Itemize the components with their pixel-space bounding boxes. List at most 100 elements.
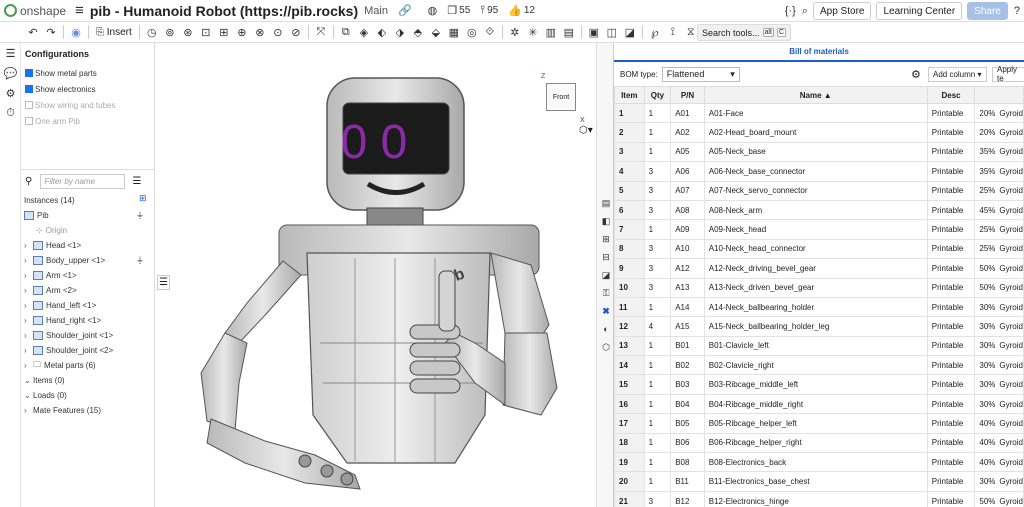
chevron-right-icon[interactable]: › — [24, 301, 33, 310]
table-row[interactable]: 13 1 B01 B01-Clavicle_left Printable 30% Gyroi… — [614, 335, 1024, 357]
tree-root[interactable]: Pib ⏚ — [24, 208, 154, 223]
redo-icon[interactable]: ↷ — [42, 24, 60, 40]
simulation-icon[interactable]: ◫ — [603, 24, 621, 40]
chevron-right-icon[interactable]: › — [24, 361, 33, 370]
chevron-right-icon[interactable]: › — [24, 241, 33, 250]
motion-study-icon[interactable]: ◪ — [621, 24, 639, 40]
table-row[interactable]: 15 1 B03 B03-Ribcage_middle_left Printable 30… — [614, 374, 1024, 395]
config-show-wiring[interactable]: Show wiring and tubes — [25, 97, 154, 113]
configurations-icon[interactable]: ⚙ — [0, 83, 21, 103]
3d-viewport[interactable]: 0 0 pib — [155, 43, 596, 507]
fastened-mate-icon[interactable]: ⊚ — [161, 24, 179, 40]
tree-item[interactable]: › Shoulder_joint <1> — [24, 328, 154, 343]
tree-group[interactable]: ⌄ Items (0) — [24, 373, 154, 388]
onshape-logo[interactable]: onshape — [4, 4, 66, 18]
table-row[interactable]: 21 3 B12 B12-Electronics_hinge Printable 50% G… — [614, 490, 1024, 507]
chevron-right-icon[interactable]: › — [24, 286, 33, 295]
add-column-button[interactable]: Add column ▾ — [928, 66, 987, 82]
chevron-down-icon[interactable]: ⌄ — [24, 391, 33, 400]
tree-group[interactable]: ⌄ Loads (0) — [24, 388, 154, 403]
feature-list-icon[interactable]: ☰ — [0, 43, 21, 63]
properties-icon[interactable]: ⊞ — [598, 231, 614, 247]
code-icon[interactable]: {·} — [785, 5, 796, 17]
table-row[interactable]: 1 1 A01 A01-Face Printable 20% Gyroid — [614, 102, 1024, 124]
config-show-metal-parts[interactable]: Show metal parts — [25, 65, 154, 81]
ball-mate-icon[interactable]: ⊙ — [269, 24, 287, 40]
apply-template-button[interactable]: Apply te — [992, 65, 1024, 83]
tree-item[interactable]: › Arm <2> — [24, 283, 154, 298]
table-row[interactable]: 3 1 A05 A05-Neck_base Printable 35% Gyroid — [614, 141, 1024, 163]
table-row[interactable]: 20 1 B11 B11-Electronics_base_chest Printabl… — [614, 471, 1024, 492]
explode-icon[interactable]: ✲ — [506, 24, 524, 40]
app-store-button[interactable]: App Store — [812, 2, 872, 20]
table-row[interactable]: 10 3 A13 A13-Neck_driven_bevel_gear Printabl… — [614, 277, 1024, 298]
col-desc[interactable]: Desc — [926, 86, 976, 104]
bom-tab-title[interactable]: Bill of materials — [614, 43, 1024, 62]
measure-icon[interactable]: ▥ — [542, 24, 560, 40]
chevron-right-icon[interactable]: › — [24, 331, 33, 340]
col-pn[interactable]: P/N — [670, 86, 705, 104]
table-row[interactable]: 14 1 B02 B02-Clavicle_right Printable 30% Gyro… — [614, 355, 1024, 376]
search-tools-input[interactable]: Search tools... alt C — [697, 24, 791, 41]
timer-icon[interactable]: ⏱ — [0, 103, 21, 123]
group-icon[interactable]: ⧉ — [337, 24, 355, 40]
chevron-right-icon[interactable]: › — [24, 316, 33, 325]
likes-count[interactable]: 👍 12 — [508, 4, 535, 17]
menu-icon[interactable]: ≡ — [75, 2, 84, 19]
search-icon[interactable]: ⌕ — [802, 5, 808, 18]
table-row[interactable]: 12 4 A15 A15-Neck_ballbearing_holder_leg Pri… — [614, 316, 1024, 337]
circular-pattern-icon[interactable]: ◎ — [463, 24, 481, 40]
relation-icon[interactable]: ⬖ — [373, 24, 391, 40]
chevron-down-icon[interactable]: ⌄ — [24, 376, 33, 385]
link-icon[interactable]: 🔗 — [398, 4, 412, 17]
filter-input[interactable]: Filter by name — [40, 174, 126, 189]
tree-folder[interactable]: › 🗀 Metal parts (6) — [24, 358, 154, 373]
named-views-icon[interactable]: ◪ — [598, 267, 614, 283]
table-row[interactable]: 18 1 B06 B06-Ribcage_helper_right Printable 4… — [614, 432, 1024, 454]
chevron-right-icon[interactable]: › — [24, 256, 33, 265]
linear-pattern-icon[interactable]: ▦ — [445, 24, 463, 40]
tree-item[interactable]: › Hand_left <1> — [24, 298, 154, 313]
tree-item[interactable]: › Head <1> — [24, 238, 154, 253]
checkbox-checked-icon[interactable] — [25, 69, 33, 77]
table-row[interactable]: 19 1 B08 B08-Electronics_back Printable 40% Gy… — [614, 452, 1024, 473]
table-row[interactable]: 11 1 A14 A14-Neck_ballbearing_holder Printab… — [614, 296, 1024, 318]
view-cube-front[interactable]: Front — [546, 83, 576, 111]
cylindrical-mate-icon[interactable]: ⊕ — [233, 24, 251, 40]
insert-button[interactable]: ⎘ Insert — [96, 27, 132, 38]
table-row[interactable]: 2 1 A02 A02-Head_board_mount Printable 20% Gyr… — [614, 122, 1024, 143]
list-view-icon[interactable]: ☰ — [132, 176, 141, 187]
collapse-panel-icon[interactable]: ☰ — [157, 275, 170, 290]
col-extra[interactable] — [974, 86, 1024, 104]
screw-relation-icon[interactable]: ⬙ — [427, 24, 445, 40]
fillet-icon[interactable]: ⟟ — [664, 24, 682, 40]
col-item[interactable]: Item — [614, 86, 645, 104]
revolute-mate-icon[interactable]: ⊛ — [179, 24, 197, 40]
x-app-icon[interactable]: ✖ — [598, 303, 614, 319]
animate-icon[interactable]: ✳ — [524, 24, 542, 40]
checkbox-checked-icon[interactable] — [25, 85, 33, 93]
undo-icon[interactable]: ↶ — [24, 24, 42, 40]
gear-relation-icon[interactable]: ⬗ — [391, 24, 409, 40]
table-row[interactable]: 17 1 B05 B05-Ribcage_helper_left Printable 40… — [614, 413, 1024, 434]
config-one-arm[interactable]: One arm Pib — [25, 113, 154, 129]
replicate-icon[interactable]: ⟐ — [481, 24, 499, 40]
history-icon[interactable]: ◷ — [143, 24, 161, 40]
share-button[interactable]: Share — [967, 2, 1008, 20]
sketch-icon[interactable]: ℘ — [646, 24, 664, 40]
bom-panel-icon[interactable]: ▤ — [598, 195, 614, 211]
table-row[interactable]: 5 3 A07 A07-Neck_servo_connector Printable 25… — [614, 180, 1024, 201]
document-title[interactable]: pib - Humanoid Robot (https://pib.rocks) — [90, 3, 358, 19]
config-show-electronics[interactable]: Show electronics — [25, 81, 154, 97]
bom-type-select[interactable]: Flattened ▾ — [661, 66, 740, 82]
pins-count[interactable]: ⫯ 95 — [480, 4, 498, 17]
pin-slot-mate-icon[interactable]: ⊗ — [251, 24, 269, 40]
mate-values-icon[interactable]: ⊟ — [598, 249, 614, 265]
col-qty[interactable]: Qty — [643, 86, 672, 104]
table-row[interactable]: 4 3 A06 A06-Neck_base_connector Printable 35%… — [614, 161, 1024, 182]
filter-icon[interactable]: ⚲ — [25, 176, 32, 187]
lock-icon[interactable]: ⚿ — [598, 285, 614, 301]
tree-item[interactable]: › Hand_right <1> — [24, 313, 154, 328]
rack-pinion-icon[interactable]: ⬘ — [409, 24, 427, 40]
slider-mate-icon[interactable]: ⊡ — [197, 24, 215, 40]
